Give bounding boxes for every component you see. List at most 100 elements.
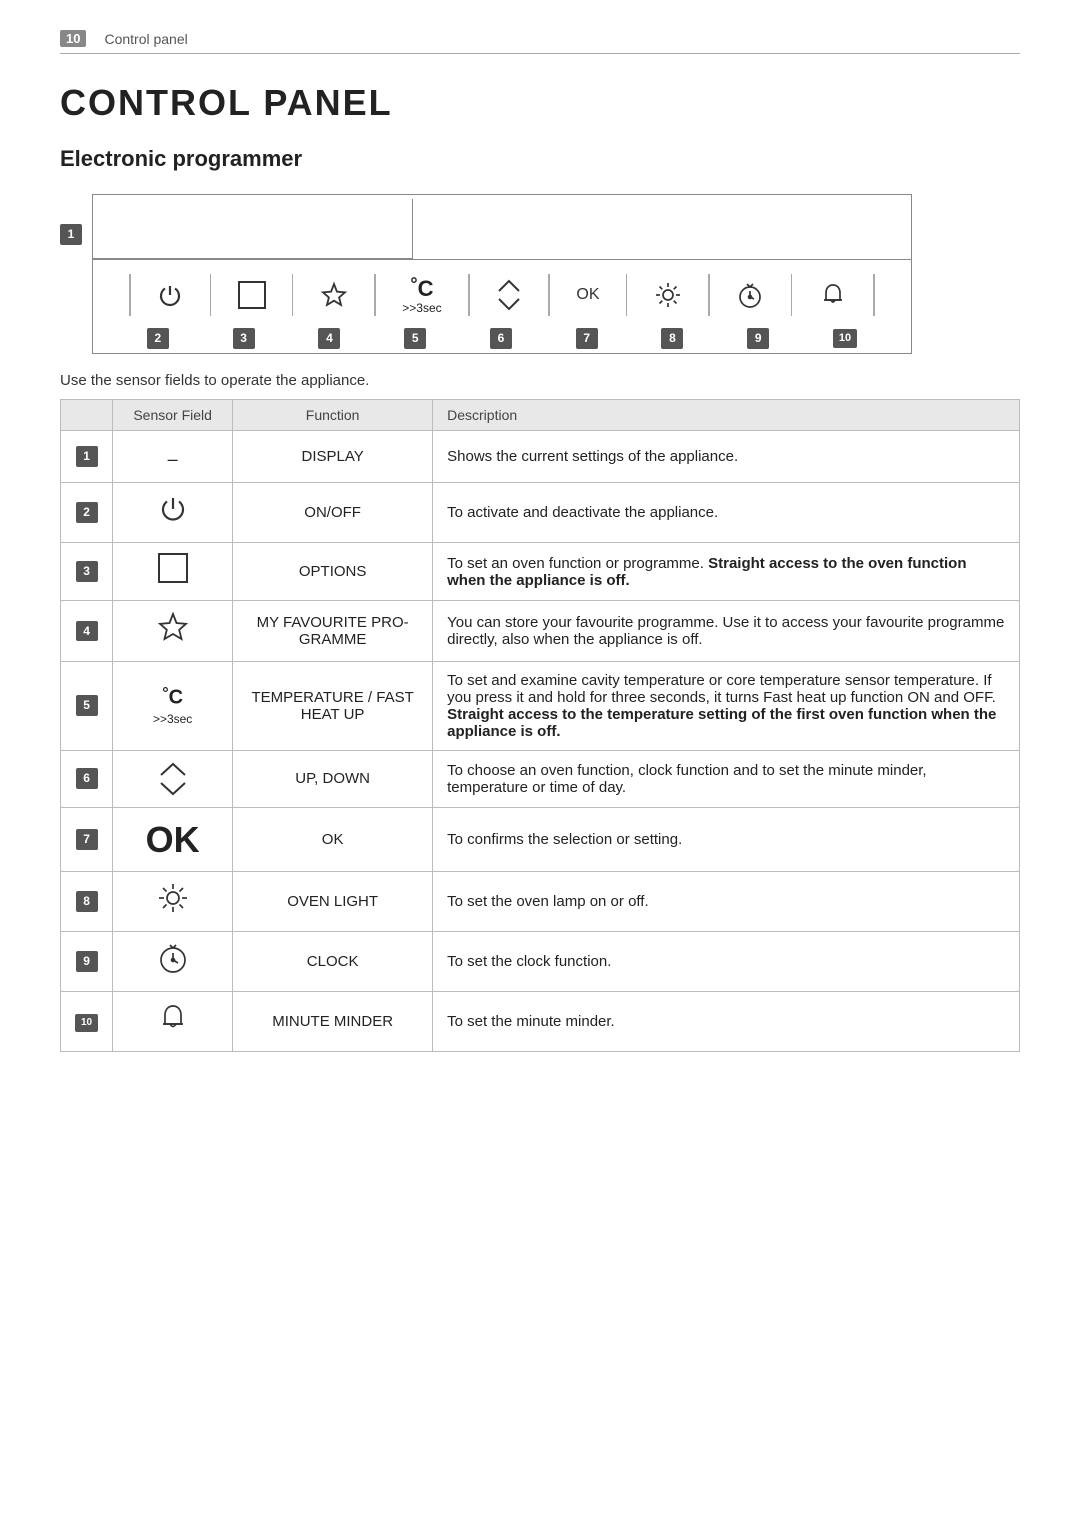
row-function-2: ON/OFF xyxy=(233,482,433,542)
row-num-3: 3 xyxy=(61,543,113,601)
row-function-9: CLOCK xyxy=(233,931,433,991)
diagram-badge-5: 5 xyxy=(404,328,426,349)
temp-icon: °C >>3sec xyxy=(402,275,441,315)
row-num-5: 5 xyxy=(61,661,113,750)
ctrl-light xyxy=(654,281,682,309)
controls-row: °C >>3sec xyxy=(93,259,911,324)
table-row: 6 UP, DOWNTo choose an oven function, cl… xyxy=(61,750,1020,807)
desc-bold-text: Straight access to the temperature setti… xyxy=(447,706,996,740)
ctrl-updown xyxy=(496,277,522,313)
ctrl-clock xyxy=(736,281,764,309)
row-sensor-5: °C>>3sec xyxy=(113,661,233,750)
row-sensor-10 xyxy=(113,992,233,1052)
divider-3 xyxy=(292,274,294,316)
desc-normal-text: To set an oven function or programme. xyxy=(447,555,708,572)
page-header: 10 Control panel xyxy=(60,30,1020,54)
page-header-title: Control panel xyxy=(104,31,187,47)
diagram-badge-10: 10 xyxy=(833,329,857,348)
sensor-table: Sensor Field Function Description 1–DISP… xyxy=(60,399,1020,1053)
row-num-7: 7 xyxy=(61,807,113,871)
row-function-7: OK xyxy=(233,807,433,871)
row-sensor-8 xyxy=(113,871,233,931)
row-description-5: To set and examine cavity temperature or… xyxy=(433,661,1020,750)
ctrl-options xyxy=(238,281,266,309)
sub-title: Electronic programmer xyxy=(60,146,1020,172)
table-row: 9 CLOCKTo set the clock function. xyxy=(61,931,1020,991)
row-description-7: To confirms the selection or setting. xyxy=(433,807,1020,871)
divider-9 xyxy=(791,274,793,316)
diagram-badge-9: 9 xyxy=(747,328,769,349)
row-description-8: To set the oven lamp on or off. xyxy=(433,871,1020,931)
table-row: 3OPTIONSTo set an oven function or progr… xyxy=(61,543,1020,601)
row-description-4: You can store your favourite programme. … xyxy=(433,601,1020,661)
row-description-6: To choose an oven function, clock functi… xyxy=(433,750,1020,807)
ctrl-bell xyxy=(819,281,847,309)
row-sensor-4 xyxy=(113,601,233,661)
row-description-3: To set an oven function or programme. St… xyxy=(433,543,1020,601)
row-num-2: 2 xyxy=(61,482,113,542)
diagram-badge-2: 2 xyxy=(147,328,169,349)
updown-icon xyxy=(496,277,522,313)
divider-4 xyxy=(374,274,376,316)
ctrl-ok: OK xyxy=(576,287,599,303)
control-panel-diagram: 1 xyxy=(60,194,1020,354)
divider-7 xyxy=(626,274,628,316)
row-num-10: 10 xyxy=(61,992,113,1052)
diagram-badge-4: 4 xyxy=(318,328,340,349)
row-description-1: Shows the current settings of the applia… xyxy=(433,430,1020,482)
row-function-6: UP, DOWN xyxy=(233,750,433,807)
row-function-1: DISPLAY xyxy=(233,430,433,482)
table-row: 10 MINUTE MINDERTo set the minute minder… xyxy=(61,992,1020,1052)
page-number: 10 xyxy=(60,30,86,47)
table-row: 5°C>>3secTEMPERATURE / FAST HEAT UP To se… xyxy=(61,661,1020,750)
divider-5 xyxy=(468,274,470,316)
table-row: 1–DISPLAYShows the current settings of t… xyxy=(61,430,1020,482)
ok-label: OK xyxy=(576,287,599,303)
table-row: 4 MY FAVOURITE PRO- GRAMMEYou can store … xyxy=(61,601,1020,661)
row-description-9: To set the clock function. xyxy=(433,931,1020,991)
row-sensor-2 xyxy=(113,482,233,542)
row-sensor-9 xyxy=(113,931,233,991)
row-num-9: 9 xyxy=(61,931,113,991)
col-header-function: Function xyxy=(233,399,433,430)
table-header-row: Sensor Field Function Description xyxy=(61,399,1020,430)
desc-normal-text: To set and examine cavity temperature or… xyxy=(447,672,996,706)
row-description-2: To activate and deactivate the appliance… xyxy=(433,482,1020,542)
sensor-intro-text: Use the sensor fields to operate the app… xyxy=(60,372,1020,389)
table-row: 7OKOKTo confirms the selection or settin… xyxy=(61,807,1020,871)
diagram-num-1: 1 xyxy=(60,224,82,245)
col-header-description: Description xyxy=(433,399,1020,430)
row-num-8: 8 xyxy=(61,871,113,931)
ctrl-favourite xyxy=(320,281,348,309)
table-row: 8 OVEN LIGHTTo set the oven lamp on or o… xyxy=(61,871,1020,931)
row-function-8: OVEN LIGHT xyxy=(233,871,433,931)
row-function-10: MINUTE MINDER xyxy=(233,992,433,1052)
divider-6 xyxy=(548,274,550,316)
row-sensor-7: OK xyxy=(113,807,233,871)
diagram-num-row: 2 3 4 5 6 7 8 9 10 xyxy=(93,324,911,353)
divider-2 xyxy=(210,274,212,316)
row-description-10: To set the minute minder. xyxy=(433,992,1020,1052)
diagram-badge-6: 6 xyxy=(490,328,512,349)
options-square-icon xyxy=(238,281,266,309)
section-title: CONTROL PANEL xyxy=(60,82,1020,124)
ctrl-temp: °C >>3sec xyxy=(402,275,441,315)
row-num-6: 6 xyxy=(61,750,113,807)
row-function-4: MY FAVOURITE PRO- GRAMME xyxy=(233,601,433,661)
row-sensor-3 xyxy=(113,543,233,601)
row-sensor-6 xyxy=(113,750,233,807)
divider-10 xyxy=(873,274,875,316)
row-num-4: 4 xyxy=(61,601,113,661)
divider-1 xyxy=(129,274,131,316)
diagram-box: °C >>3sec xyxy=(92,194,912,354)
table-row: 2 ON/OFFTo activate and deactivate the a… xyxy=(61,482,1020,542)
divider-8 xyxy=(708,274,710,316)
row-sensor-1: – xyxy=(113,430,233,482)
col-header-sensor: Sensor Field xyxy=(113,399,233,430)
diagram-badge-7: 7 xyxy=(576,328,598,349)
row-num-1: 1 xyxy=(61,430,113,482)
row-function-3: OPTIONS xyxy=(233,543,433,601)
diagram-badge-8: 8 xyxy=(661,328,683,349)
diagram-badge-3: 3 xyxy=(233,328,255,349)
row-function-5: TEMPERATURE / FAST HEAT UP xyxy=(233,661,433,750)
